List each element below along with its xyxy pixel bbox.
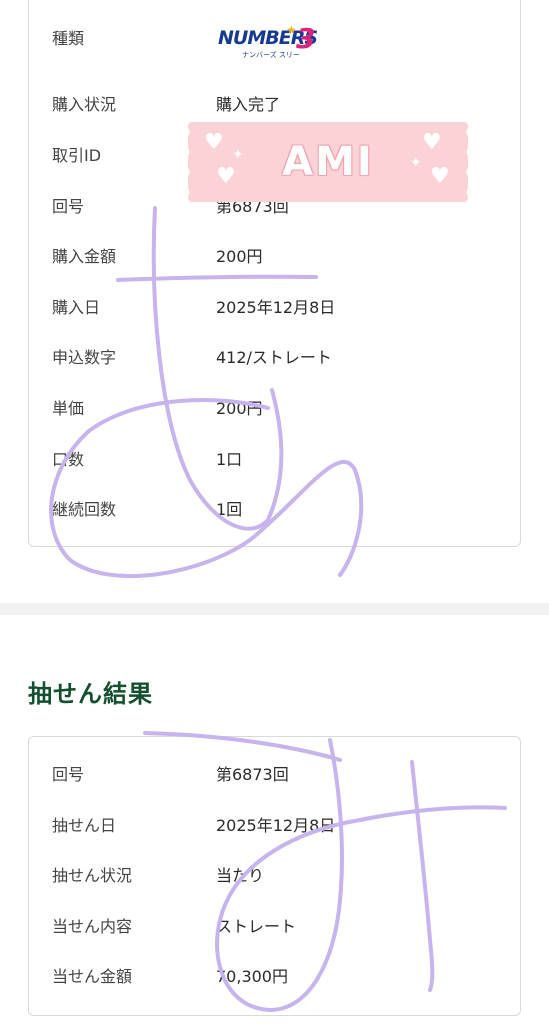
continuation-label: 継続回数: [52, 500, 117, 519]
row-result-draw-number: 回号 第6873回: [29, 755, 520, 795]
purchase-detail-card: 種類 NUMBERS ★ 3 ナンバーズ スリー 購入状況 購入完了 取引ID …: [28, 0, 521, 547]
heart-icon: ♥: [422, 130, 442, 155]
purchase-date-label: 購入日: [52, 298, 101, 317]
sticker-edge-right: [462, 122, 472, 202]
heart-icon: ♥: [430, 164, 450, 189]
row-winning-amount: 当せん金額 70,300円: [29, 957, 520, 997]
results-title: 抽せん結果: [28, 680, 153, 708]
row-units: 口数 1口: [29, 440, 520, 480]
winning-amount-value: 70,300円: [216, 967, 288, 986]
purchase-amount-value: 200円: [216, 247, 263, 266]
row-purchase-status: 購入状況 購入完了: [29, 85, 520, 125]
sticker-text: AMI: [282, 139, 374, 185]
continuation-value: 1回: [216, 500, 243, 519]
unit-price-label: 単価: [52, 399, 85, 418]
row-purchase-amount: 購入金額 200円: [29, 237, 520, 277]
units-label: 口数: [52, 450, 85, 469]
result-draw-number-value: 第6873回: [216, 765, 289, 784]
draw-status-value: 当たり: [216, 866, 265, 885]
row-purchase-date: 購入日 2025年12月8日: [29, 288, 520, 328]
logo-subtext: ナンバーズ スリー: [242, 51, 300, 59]
winning-type-value: ストレート: [216, 917, 297, 936]
section-divider: [0, 603, 549, 615]
purchase-amount-label: 購入金額: [52, 247, 117, 266]
heart-icon: ♥: [204, 130, 224, 155]
row-winning-type: 当せん内容 ストレート: [29, 907, 520, 947]
draw-status-label: 抽せん状況: [52, 866, 133, 885]
row-continuation: 継続回数 1回: [29, 490, 520, 530]
purchase-date-value: 2025年12月8日: [216, 298, 336, 317]
type-label: 種類: [52, 29, 85, 48]
row-draw-date: 抽せん日 2025年12月8日: [29, 806, 520, 846]
winning-amount-label: 当せん金額: [52, 967, 133, 986]
draw-results-card: 回号 第6873回 抽せん日 2025年12月8日 抽せん状況 当たり 当せん内…: [28, 736, 521, 1016]
result-draw-number-label: 回号: [52, 765, 85, 784]
draw-date-value: 2025年12月8日: [216, 816, 336, 835]
draw-date-label: 抽せん日: [52, 816, 117, 835]
selected-numbers-label: 申込数字: [52, 348, 117, 367]
sparkle-icon: ✦: [410, 155, 422, 171]
units-value: 1口: [216, 450, 243, 469]
purchase-status-value: 購入完了: [216, 95, 281, 114]
row-unit-price: 単価 200円: [29, 389, 520, 429]
row-selected-numbers: 申込数字 412/ストレート: [29, 338, 520, 378]
selected-numbers-value: 412/ストレート: [216, 348, 332, 367]
winning-type-label: 当せん内容: [52, 917, 133, 936]
transaction-id-label: 取引ID: [52, 146, 102, 165]
sticker-edge-left: [184, 122, 194, 202]
name-sticker: ♥ ♥ ♥ ♥ ✦ ✦ AMI: [184, 122, 472, 202]
row-draw-status: 抽せん状況 当たり: [29, 856, 520, 896]
purchase-status-label: 購入状況: [52, 95, 117, 114]
unit-price-value: 200円: [216, 399, 263, 418]
numbers3-logo: NUMBERS ★ 3 ナンバーズ スリー: [216, 21, 326, 65]
draw-number-label: 回号: [52, 197, 85, 216]
heart-icon: ♥: [216, 164, 236, 189]
row-type: 種類 NUMBERS ★ 3 ナンバーズ スリー: [29, 19, 520, 59]
sparkle-icon: ✦: [232, 147, 244, 163]
